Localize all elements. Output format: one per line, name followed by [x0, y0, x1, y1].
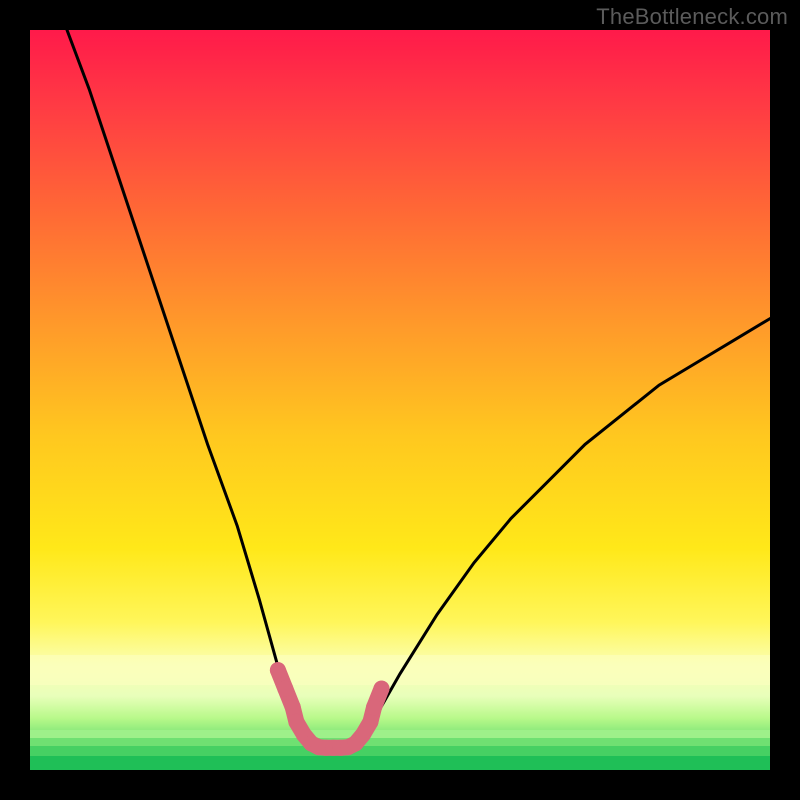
- green-stripe-4: [30, 756, 770, 770]
- chart-svg: [30, 30, 770, 770]
- marker-dot: [366, 699, 382, 715]
- watermark-text: TheBottleneck.com: [596, 4, 788, 30]
- marker-dot: [270, 662, 286, 678]
- chart-stage: TheBottleneck.com: [0, 0, 800, 800]
- marker-dot: [374, 681, 390, 697]
- green-stripe-2: [30, 738, 770, 746]
- pale-band: [30, 655, 770, 685]
- marker-dot: [277, 681, 293, 697]
- marker-dot: [362, 714, 378, 730]
- green-stripe-1: [30, 730, 770, 738]
- marker-dot: [285, 699, 301, 715]
- green-stripe-3: [30, 746, 770, 756]
- plot-area: [30, 30, 770, 770]
